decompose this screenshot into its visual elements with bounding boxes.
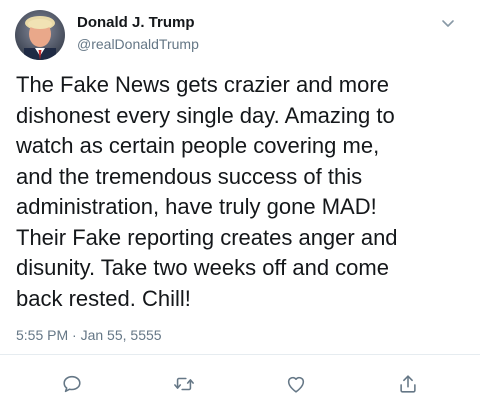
timestamp-separator: · bbox=[72, 327, 77, 343]
avatar[interactable] bbox=[15, 10, 65, 60]
reply-button[interactable] bbox=[58, 370, 86, 398]
user-handle[interactable]: @realDonaldTrump bbox=[77, 36, 199, 52]
tweet-card: Donald J. Trump @realDonaldTrump The Fak… bbox=[0, 0, 480, 410]
like-button[interactable] bbox=[282, 370, 310, 398]
action-bar bbox=[0, 370, 480, 400]
tweet-date: Jan 55, 5555 bbox=[80, 327, 162, 343]
divider bbox=[0, 354, 480, 355]
share-button[interactable] bbox=[394, 370, 422, 398]
tweet-timestamp[interactable]: 5:55 PM · Jan 55, 5555 bbox=[16, 327, 162, 343]
retweet-button[interactable] bbox=[170, 370, 198, 398]
retweet-icon bbox=[174, 377, 194, 391]
tweet-time: 5:55 PM bbox=[16, 327, 69, 343]
tweet-text: The Fake News gets crazier and more dish… bbox=[16, 72, 398, 311]
chevron-down-icon[interactable] bbox=[438, 14, 458, 34]
display-name[interactable]: Donald J. Trump bbox=[77, 14, 195, 31]
share-icon bbox=[400, 375, 416, 393]
avatar-image bbox=[15, 10, 65, 60]
heart-icon bbox=[287, 376, 305, 393]
reply-icon bbox=[63, 375, 81, 393]
